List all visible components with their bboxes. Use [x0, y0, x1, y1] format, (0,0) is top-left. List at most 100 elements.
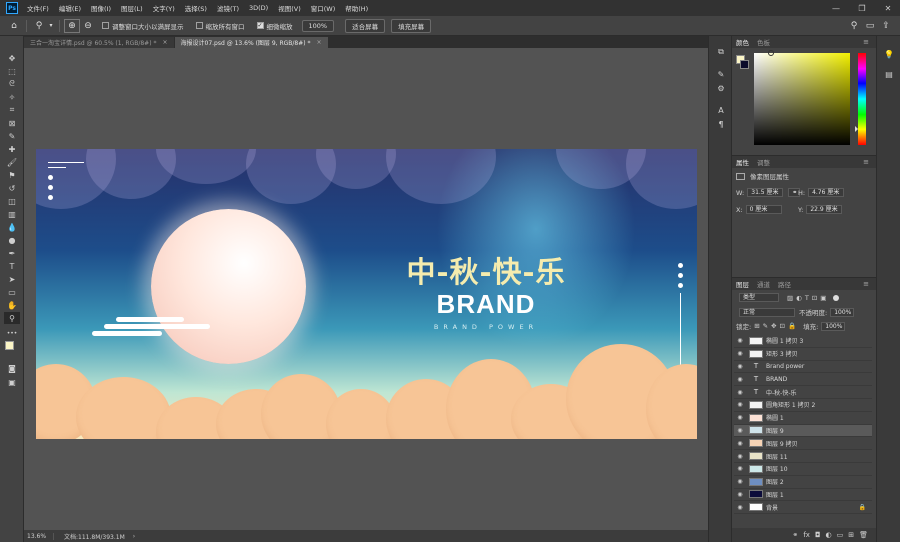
panel-menu-icon[interactable]: ≡: [859, 158, 873, 166]
layer-row[interactable]: ◉ 图层 11: [734, 450, 872, 463]
adjustment-layer-icon[interactable]: ◐: [826, 531, 832, 539]
foreground-color-swatch[interactable]: [5, 341, 14, 350]
panel-menu-icon[interactable]: ≡: [859, 280, 873, 288]
panel-menu-icon[interactable]: ≡: [859, 38, 873, 46]
screen-mode-icon[interactable]: ▣: [4, 376, 20, 388]
menu-3d[interactable]: 3D(D): [244, 4, 273, 12]
status-arrow-icon[interactable]: ›: [133, 533, 135, 540]
close-tab-icon[interactable]: ×: [162, 39, 167, 46]
visibility-eye-icon[interactable]: ◉: [734, 478, 746, 485]
layer-row-selected[interactable]: ◉ 图层 9: [734, 424, 872, 438]
new-layer-icon[interactable]: ⊞: [848, 531, 854, 539]
layer-row[interactable]: ◉ 椭圆 1 拷贝 3: [734, 335, 872, 348]
more-tools-icon[interactable]: •••: [4, 327, 20, 339]
menu-type[interactable]: 文字(Y): [148, 3, 180, 13]
healing-brush-icon[interactable]: ✚: [4, 143, 20, 155]
width-field[interactable]: 31.5 厘米: [747, 188, 784, 197]
resize-windows-checkbox[interactable]: 调整窗口大小以满屏显示: [102, 21, 184, 31]
color-picker-field[interactable]: [754, 50, 850, 145]
paragraph-panel-icon[interactable]: ¶: [715, 118, 727, 130]
visibility-eye-icon[interactable]: ◉: [734, 350, 746, 357]
blend-mode-select[interactable]: 正常: [739, 307, 795, 317]
quick-mask-icon[interactable]: ◙: [4, 362, 20, 374]
menu-filter[interactable]: 滤镜(T): [212, 3, 244, 13]
brush-tool-icon[interactable]: 🖌: [4, 156, 20, 168]
history-panel-icon[interactable]: ⧉: [715, 46, 727, 58]
blur-tool-icon[interactable]: 💧: [4, 221, 20, 233]
hand-tool-icon[interactable]: ✋: [4, 299, 20, 311]
path-selection-icon[interactable]: ➤: [4, 273, 20, 285]
magic-wand-icon[interactable]: ✧: [4, 91, 20, 103]
visibility-eye-icon[interactable]: ◉: [734, 427, 746, 434]
fit-screen-button[interactable]: 适合屏幕: [345, 18, 386, 33]
eraser-icon[interactable]: ◫: [4, 195, 20, 207]
fill-field[interactable]: 100%: [821, 321, 846, 331]
visibility-eye-icon[interactable]: ◉: [734, 491, 746, 498]
canvas-area[interactable]: 中-秋-快-乐 BRAND BRAND POWER: [24, 48, 708, 530]
tab-layers[interactable]: 图层: [732, 279, 753, 289]
dodge-tool-icon[interactable]: ●: [4, 234, 20, 246]
visibility-eye-icon[interactable]: ◉: [734, 337, 746, 344]
background-color-swatch[interactable]: [740, 60, 749, 69]
layer-row[interactable]: ◉ T BRAND: [734, 373, 872, 387]
layer-row[interactable]: ◉ 图层 2: [734, 476, 872, 489]
layer-row[interactable]: ◉ 背景 🔒: [734, 501, 872, 515]
libraries-icon[interactable]: ▤: [883, 68, 895, 80]
zoom-out-icon[interactable]: ⊖: [80, 19, 96, 33]
pen-tool-icon[interactable]: ✒: [4, 247, 20, 259]
workspace-icon[interactable]: ▭: [862, 19, 878, 33]
chevron-down-icon[interactable]: ▾: [47, 19, 55, 33]
x-field[interactable]: 0 厘米: [745, 205, 782, 214]
visibility-eye-icon[interactable]: ◉: [734, 363, 746, 370]
scrubby-zoom-checkbox[interactable]: ✓ 细微缩放: [256, 21, 293, 31]
tab-properties[interactable]: 属性: [732, 157, 753, 167]
menu-image[interactable]: 图像(I): [86, 3, 116, 13]
height-field[interactable]: 4.76 厘米: [808, 188, 845, 197]
visibility-eye-icon[interactable]: ◉: [734, 504, 746, 511]
zoom-tool-icon[interactable]: ⚲: [31, 19, 47, 33]
menu-layer[interactable]: 图层(L): [116, 3, 148, 13]
y-field[interactable]: 22.9 厘米: [806, 205, 843, 214]
menu-edit[interactable]: 编辑(E): [54, 3, 86, 13]
minimize-button[interactable]: —: [826, 0, 846, 16]
layer-style-icon[interactable]: fx: [803, 531, 810, 539]
tab-document-2[interactable]: 海报设计07.psd @ 13.6% (图层 9, RGB/8#) * ×: [174, 37, 328, 48]
close-tab-icon[interactable]: ×: [317, 39, 322, 46]
color-picker-cursor[interactable]: [768, 50, 774, 56]
visibility-eye-icon[interactable]: ◉: [734, 376, 746, 383]
eyedropper-icon[interactable]: ✎: [4, 130, 20, 142]
layer-row[interactable]: ◉ 图层 10: [734, 463, 872, 476]
character-panel-icon[interactable]: A: [715, 104, 727, 116]
poster-artboard[interactable]: 中-秋-快-乐 BRAND BRAND POWER: [36, 149, 697, 439]
tab-adjustments[interactable]: 调整: [753, 157, 774, 167]
visibility-eye-icon[interactable]: ◉: [734, 389, 746, 396]
home-icon[interactable]: ⌂: [6, 19, 22, 33]
zoom-level[interactable]: 13.6%: [24, 532, 54, 540]
layer-row[interactable]: ◉ T 中-秋-快-乐: [734, 386, 872, 399]
frame-tool-icon[interactable]: ⊠: [4, 117, 20, 129]
tab-document-1[interactable]: 三合一淘宝详情.psd @ 60.5% (1, RGB/8#) * ×: [24, 37, 174, 48]
close-window-button[interactable]: ✕: [878, 0, 898, 16]
filter-toggle-icon[interactable]: [833, 294, 840, 301]
tab-paths[interactable]: 路径: [774, 279, 795, 289]
visibility-eye-icon[interactable]: ◉: [734, 414, 746, 421]
menu-file[interactable]: 文件(F): [22, 3, 54, 13]
zoom-100-button[interactable]: 100%: [301, 19, 335, 32]
opacity-field[interactable]: 100%: [830, 307, 855, 317]
layer-row[interactable]: ◉ 图层 1: [734, 489, 872, 502]
lock-icons[interactable]: ⊞✎✥⊡🔒: [754, 322, 799, 330]
brush-settings-icon[interactable]: ✎: [715, 68, 727, 80]
filter-icons[interactable]: ▨◐T⊡▣: [787, 294, 829, 302]
adjustments-icon[interactable]: ⚙: [715, 82, 727, 94]
visibility-eye-icon[interactable]: ◉: [734, 465, 746, 472]
clone-stamp-icon[interactable]: ⚑: [4, 169, 20, 181]
zoom-in-icon[interactable]: ⊕: [64, 18, 80, 33]
layer-row[interactable]: ◉ 椭圆 1: [734, 412, 872, 425]
visibility-eye-icon[interactable]: ◉: [734, 440, 746, 447]
zoom-all-checkbox[interactable]: 缩放所有窗口: [195, 21, 245, 31]
layer-row[interactable]: ◉ 圆角矩形 1 拷贝 2: [734, 399, 872, 412]
learn-icon[interactable]: 💡: [883, 48, 895, 60]
add-mask-icon[interactable]: ◘: [815, 531, 821, 539]
new-group-icon[interactable]: ▭: [837, 531, 844, 539]
visibility-eye-icon[interactable]: ◉: [734, 453, 746, 460]
